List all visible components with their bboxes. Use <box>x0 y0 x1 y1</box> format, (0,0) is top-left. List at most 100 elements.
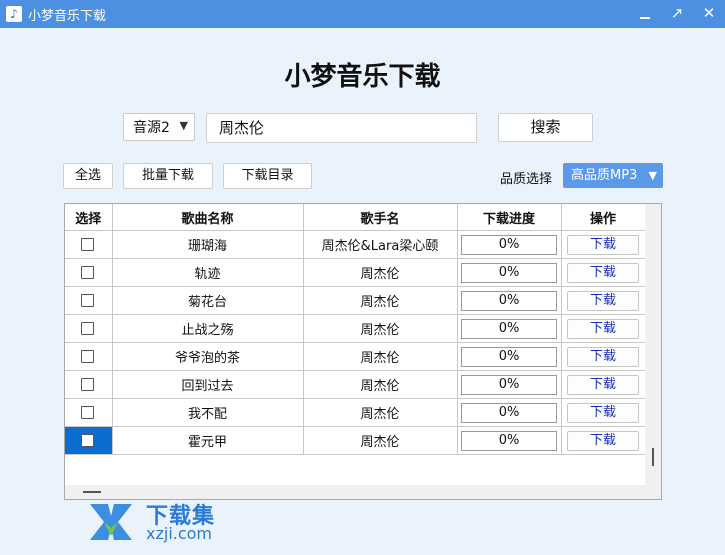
download-button[interactable]: 下载 <box>567 290 639 311</box>
artist-cell: 周杰伦 <box>302 258 458 287</box>
title-bar: ♪ 小梦音乐下载 ↗ ✕ <box>0 0 725 28</box>
row-checkbox[interactable] <box>81 350 94 363</box>
column-header-select[interactable]: 选择 <box>65 204 113 231</box>
progress-cell: 0% <box>456 258 562 287</box>
row-select-cell-selected <box>65 426 113 455</box>
row-checkbox[interactable] <box>81 266 94 279</box>
window-controls: ↗ ✕ <box>629 0 725 28</box>
batch-download-button[interactable]: 批量下载 <box>123 163 213 189</box>
artist-cell: 周杰伦 <box>302 398 458 427</box>
artist-cell: 周杰伦 <box>302 286 458 315</box>
row-checkbox[interactable] <box>81 378 94 391</box>
song-grid: 选择 歌曲名称 歌手名 下载进度 操作 珊瑚海 周杰伦&Lara梁心颐 0% 下… <box>65 204 646 455</box>
progress-value: 0% <box>461 430 557 451</box>
song-name-cell: 霍元甲 <box>111 426 304 455</box>
row-checkbox[interactable] <box>81 406 94 419</box>
progress-value: 0% <box>461 318 557 339</box>
progress-value: 0% <box>461 234 557 255</box>
table-header-row: 选择 歌曲名称 歌手名 下载进度 操作 <box>65 204 646 231</box>
progress-value: 0% <box>461 374 557 395</box>
action-cell: 下载 <box>560 426 646 455</box>
artist-cell: 周杰伦 <box>302 342 458 371</box>
maximize-button[interactable]: ↗ <box>661 0 693 28</box>
horizontal-scrollbar[interactable] <box>65 485 645 499</box>
row-checkbox[interactable] <box>81 434 94 447</box>
table-row: 爷爷泡的茶 周杰伦 0% 下载 <box>65 342 646 371</box>
minimize-button[interactable] <box>629 0 661 28</box>
search-input[interactable]: 周杰伦 <box>206 113 477 143</box>
vertical-scrollbar[interactable] <box>645 204 661 485</box>
action-cell: 下载 <box>560 342 646 371</box>
song-name-cell: 我不配 <box>111 398 304 427</box>
table-row: 止战之殇 周杰伦 0% 下载 <box>65 314 646 343</box>
progress-cell: 0% <box>456 314 562 343</box>
table-row: 回到过去 周杰伦 0% 下载 <box>65 370 646 399</box>
progress-cell: 0% <box>456 342 562 371</box>
source-select[interactable]: 音源2 ▼ <box>123 113 195 141</box>
column-header-progress[interactable]: 下载进度 <box>456 204 562 231</box>
progress-value: 0% <box>461 290 557 311</box>
select-all-button[interactable]: 全选 <box>63 163 113 189</box>
download-directory-button[interactable]: 下载目录 <box>223 163 312 189</box>
row-select-cell <box>65 258 113 287</box>
progress-cell: 0% <box>456 286 562 315</box>
download-button[interactable]: 下载 <box>567 430 639 451</box>
action-cell: 下载 <box>560 286 646 315</box>
song-name-cell: 菊花台 <box>111 286 304 315</box>
minimize-icon <box>640 16 650 19</box>
song-name-cell: 珊瑚海 <box>111 230 304 259</box>
song-name-cell: 止战之殇 <box>111 314 304 343</box>
quality-label: 品质选择 <box>500 172 553 187</box>
row-checkbox[interactable] <box>81 238 94 251</box>
action-cell: 下载 <box>560 258 646 287</box>
row-select-cell <box>65 314 113 343</box>
column-header-action[interactable]: 操作 <box>560 204 646 231</box>
download-button[interactable]: 下载 <box>567 234 639 255</box>
action-cell: 下载 <box>560 370 646 399</box>
quality-select[interactable]: 高品质MP3 ▼ <box>563 163 663 188</box>
progress-value: 0% <box>461 346 557 367</box>
search-button[interactable]: 搜索 <box>498 113 593 142</box>
row-select-cell <box>65 370 113 399</box>
action-cell: 下载 <box>560 230 646 259</box>
song-table-body: 选择 歌曲名称 歌手名 下载进度 操作 珊瑚海 周杰伦&Lara梁心颐 0% 下… <box>65 204 646 485</box>
row-checkbox[interactable] <box>81 322 94 335</box>
song-table: 选择 歌曲名称 歌手名 下载进度 操作 珊瑚海 周杰伦&Lara梁心颐 0% 下… <box>64 203 662 500</box>
song-name-cell: 轨迹 <box>111 258 304 287</box>
download-button[interactable]: 下载 <box>567 346 639 367</box>
close-icon: ✕ <box>702 4 716 22</box>
row-checkbox[interactable] <box>81 294 94 307</box>
source-select-value: 音源2 <box>133 120 170 136</box>
watermark-domain: xzji.com <box>146 524 213 543</box>
row-select-cell <box>65 230 113 259</box>
download-button[interactable]: 下载 <box>567 318 639 339</box>
progress-cell: 0% <box>456 230 562 259</box>
column-header-song[interactable]: 歌曲名称 <box>111 204 304 231</box>
progress-value: 0% <box>461 402 557 423</box>
table-row: 轨迹 周杰伦 0% 下载 <box>65 258 646 287</box>
download-button[interactable]: 下载 <box>567 402 639 423</box>
progress-cell: 0% <box>456 426 562 455</box>
maximize-icon: ↗ <box>670 4 684 22</box>
table-row: 珊瑚海 周杰伦&Lara梁心颐 0% 下载 <box>65 230 646 259</box>
download-button[interactable]: 下载 <box>567 374 639 395</box>
progress-cell: 0% <box>456 370 562 399</box>
download-button[interactable]: 下载 <box>567 262 639 283</box>
horizontal-scroll-thumb[interactable] <box>83 491 101 493</box>
page-title: 小梦音乐下载 <box>284 62 441 92</box>
table-row: 菊花台 周杰伦 0% 下载 <box>65 286 646 315</box>
row-select-cell <box>65 286 113 315</box>
vertical-scroll-thumb[interactable] <box>652 448 654 466</box>
table-row: 霍元甲 周杰伦 0% 下载 <box>65 426 646 455</box>
song-name-cell: 回到过去 <box>111 370 304 399</box>
action-cell: 下载 <box>560 314 646 343</box>
song-name-cell: 爷爷泡的茶 <box>111 342 304 371</box>
watermark: 下载集 xzji.com <box>86 498 236 546</box>
action-cell: 下载 <box>560 398 646 427</box>
artist-cell: 周杰伦 <box>302 314 458 343</box>
close-button[interactable]: ✕ <box>693 0 725 28</box>
row-select-cell <box>65 342 113 371</box>
chevron-down-icon: ▼ <box>179 119 188 132</box>
window-title: 小梦音乐下载 <box>28 8 107 24</box>
column-header-artist[interactable]: 歌手名 <box>302 204 458 231</box>
